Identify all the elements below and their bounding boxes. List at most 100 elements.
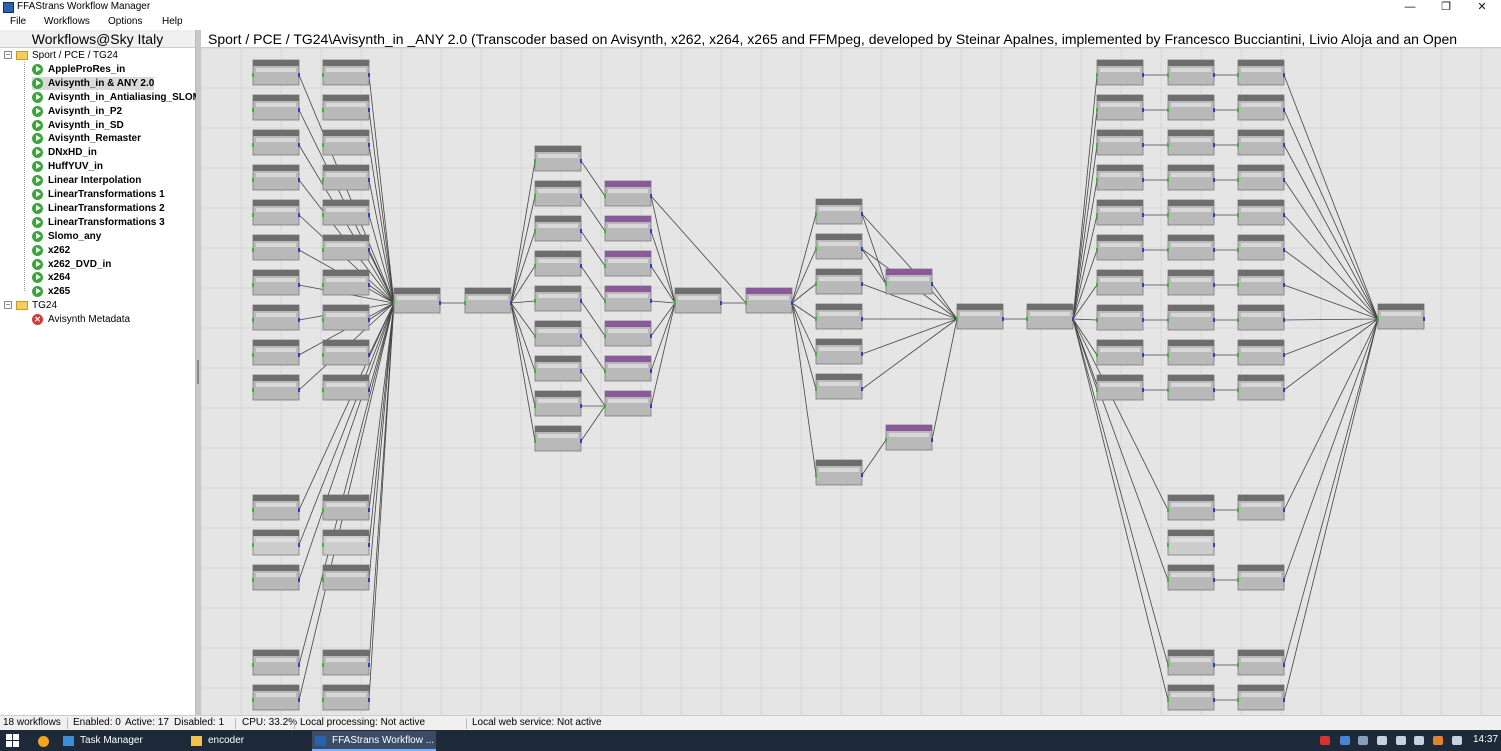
workflow-node[interactable] (322, 269, 370, 296)
input-port[interactable] (1237, 248, 1239, 252)
input-port[interactable] (604, 194, 606, 198)
input-port[interactable] (322, 178, 324, 182)
workflow-node[interactable] (1026, 303, 1074, 330)
output-port[interactable] (368, 508, 370, 512)
workflow-node[interactable] (252, 684, 300, 711)
output-port[interactable] (1142, 73, 1144, 77)
input-port[interactable] (322, 283, 324, 287)
output-port[interactable] (580, 334, 582, 338)
workflow-node[interactable] (1167, 564, 1215, 591)
workflow-node[interactable] (815, 303, 863, 330)
workflow-node[interactable] (322, 339, 370, 366)
workflow-node[interactable] (322, 129, 370, 156)
output-port[interactable] (368, 178, 370, 182)
output-port[interactable] (580, 264, 582, 268)
tree-workflow-item[interactable]: Linear Interpolation (32, 174, 194, 187)
workflow-node[interactable] (322, 164, 370, 191)
workflow-node[interactable] (534, 215, 582, 242)
output-port[interactable] (1423, 317, 1425, 321)
input-port[interactable] (534, 299, 536, 303)
workflow-node[interactable] (252, 234, 300, 261)
input-port[interactable] (1096, 178, 1098, 182)
input-port[interactable] (604, 369, 606, 373)
workflow-node[interactable] (1237, 684, 1285, 711)
output-port[interactable] (1283, 578, 1285, 582)
input-port[interactable] (815, 352, 817, 356)
workflow-node[interactable] (322, 649, 370, 676)
input-port[interactable] (815, 282, 817, 286)
workflow-node[interactable] (322, 234, 370, 261)
output-port[interactable] (650, 229, 652, 233)
output-port[interactable] (1283, 143, 1285, 147)
input-port[interactable] (252, 578, 254, 582)
workflow-node[interactable] (1237, 564, 1285, 591)
input-port[interactable] (252, 248, 254, 252)
start-icon[interactable] (6, 734, 20, 747)
input-port[interactable] (1167, 318, 1169, 322)
output-port[interactable] (368, 283, 370, 287)
input-port[interactable] (1237, 73, 1239, 77)
output-port[interactable] (1283, 73, 1285, 77)
workflow-node[interactable] (393, 287, 441, 314)
input-port[interactable] (1237, 283, 1239, 287)
workflow-node[interactable] (1167, 684, 1215, 711)
output-port[interactable] (1213, 178, 1215, 182)
input-port[interactable] (604, 404, 606, 408)
workflow-node[interactable] (322, 199, 370, 226)
tree-workflow-item[interactable]: Avisynth_Remaster (32, 132, 194, 145)
output-port[interactable] (1283, 108, 1285, 112)
output-port[interactable] (1142, 248, 1144, 252)
output-port[interactable] (1283, 248, 1285, 252)
output-port[interactable] (298, 388, 300, 392)
workflow-node[interactable] (534, 285, 582, 312)
input-port[interactable] (1237, 178, 1239, 182)
input-port[interactable] (534, 159, 536, 163)
input-port[interactable] (322, 508, 324, 512)
workflow-node[interactable] (464, 287, 512, 314)
output-port[interactable] (861, 352, 863, 356)
input-port[interactable] (885, 282, 887, 286)
input-port[interactable] (1237, 508, 1239, 512)
input-port[interactable] (1096, 73, 1098, 77)
input-port[interactable] (1167, 388, 1169, 392)
output-port[interactable] (368, 108, 370, 112)
output-port[interactable] (298, 543, 300, 547)
workflow-node[interactable] (534, 390, 582, 417)
workflow-node[interactable] (322, 684, 370, 711)
output-port[interactable] (368, 353, 370, 357)
workflow-node[interactable] (534, 250, 582, 277)
input-port[interactable] (1237, 663, 1239, 667)
output-port[interactable] (1002, 317, 1004, 321)
workflow-node[interactable] (604, 215, 652, 242)
tray-alert-icon[interactable] (1433, 736, 1443, 745)
workflow-node[interactable] (252, 199, 300, 226)
menu-workflows[interactable]: Workflows (44, 16, 90, 27)
workflow-node[interactable] (604, 390, 652, 417)
output-port[interactable] (1213, 213, 1215, 217)
input-port[interactable] (1167, 663, 1169, 667)
workflow-node[interactable] (252, 494, 300, 521)
output-port[interactable] (298, 353, 300, 357)
workflow-node[interactable] (322, 529, 370, 556)
workflow-node[interactable] (1237, 339, 1285, 366)
tree-folder[interactable]: − Sport / PCE / TG24 (4, 49, 194, 62)
workflow-node[interactable] (1237, 494, 1285, 521)
tray-app-icon[interactable] (1340, 736, 1350, 745)
input-port[interactable] (1237, 213, 1239, 217)
output-port[interactable] (1142, 108, 1144, 112)
input-port[interactable] (322, 578, 324, 582)
tray-app-icon[interactable] (1358, 736, 1368, 745)
workflow-node[interactable] (534, 425, 582, 452)
collapse-icon[interactable]: − (4, 301, 12, 310)
workflow-node[interactable] (1237, 94, 1285, 121)
browser-icon[interactable] (34, 731, 54, 751)
output-port[interactable] (580, 439, 582, 443)
workflow-node[interactable] (1096, 339, 1144, 366)
input-port[interactable] (252, 178, 254, 182)
tree-workflow-item[interactable]: LinearTransformations 3 (32, 216, 194, 229)
input-port[interactable] (322, 73, 324, 77)
workflow-node[interactable] (1237, 234, 1285, 261)
input-port[interactable] (815, 387, 817, 391)
workflow-node[interactable] (815, 198, 863, 225)
output-port[interactable] (861, 247, 863, 251)
